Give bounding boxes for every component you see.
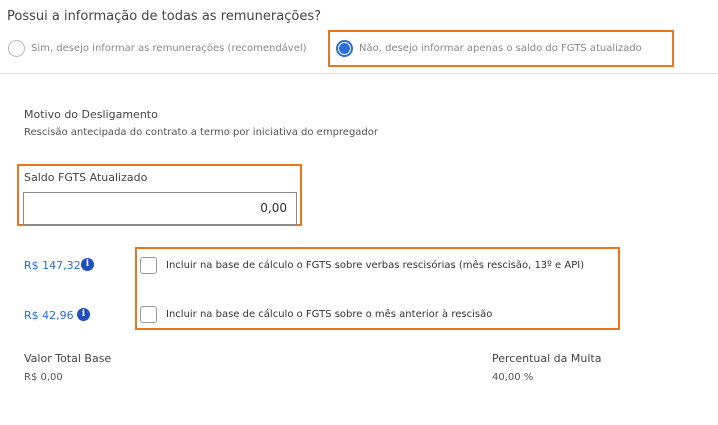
fine-percentage-value: 40,00 % (492, 372, 534, 383)
fgts-balance-label: Saldo FGTS Atualizado (24, 171, 148, 184)
divider (0, 73, 718, 74)
radio-no-label[interactable]: Não, desejo informar apenas o saldo do F… (359, 43, 642, 54)
radio-no-circle[interactable] (336, 40, 353, 57)
radio-yes-circle[interactable] (8, 40, 25, 57)
radio-option-yes[interactable]: Sim, desejo informar as remunerações (re… (8, 40, 307, 57)
radio-yes-label[interactable]: Sim, desejo informar as remunerações (re… (31, 43, 307, 54)
question-title: Possui a informação de todas as remunera… (7, 9, 321, 24)
checkbox-row-rescission[interactable]: Incluir na base de cálculo o FGTS sobre … (140, 257, 584, 274)
checkbox-rescission[interactable] (140, 257, 157, 274)
info-icon[interactable]: i (77, 308, 90, 321)
checkbox-previous-month[interactable] (140, 306, 157, 323)
checkbox-rescission-label[interactable]: Incluir na base de cálculo o FGTS sobre … (166, 260, 584, 271)
checkbox-row-previous-month[interactable]: Incluir na base de cálculo o FGTS sobre … (140, 306, 492, 323)
fgts-amount-previous-month: R$ 42,96 (24, 309, 74, 322)
checkbox-previous-month-label[interactable]: Incluir na base de cálculo o FGTS sobre … (166, 309, 492, 320)
total-base-value: R$ 0,00 (24, 372, 63, 383)
dismissal-reason-label: Motivo do Desligamento (24, 108, 158, 121)
info-icon[interactable]: i (81, 258, 94, 271)
dismissal-reason-value: Rescisão antecipada do contrato a termo … (24, 127, 379, 138)
radio-selected-dot (339, 43, 350, 54)
fgts-balance-input[interactable]: 0,00 (23, 192, 297, 225)
fgts-amount-rescission: R$ 147,32 (24, 259, 81, 272)
radio-option-no[interactable]: Não, desejo informar apenas o saldo do F… (336, 40, 642, 57)
total-base-label: Valor Total Base (24, 352, 112, 365)
fine-percentage-label: Percentual da Multa (492, 352, 602, 365)
